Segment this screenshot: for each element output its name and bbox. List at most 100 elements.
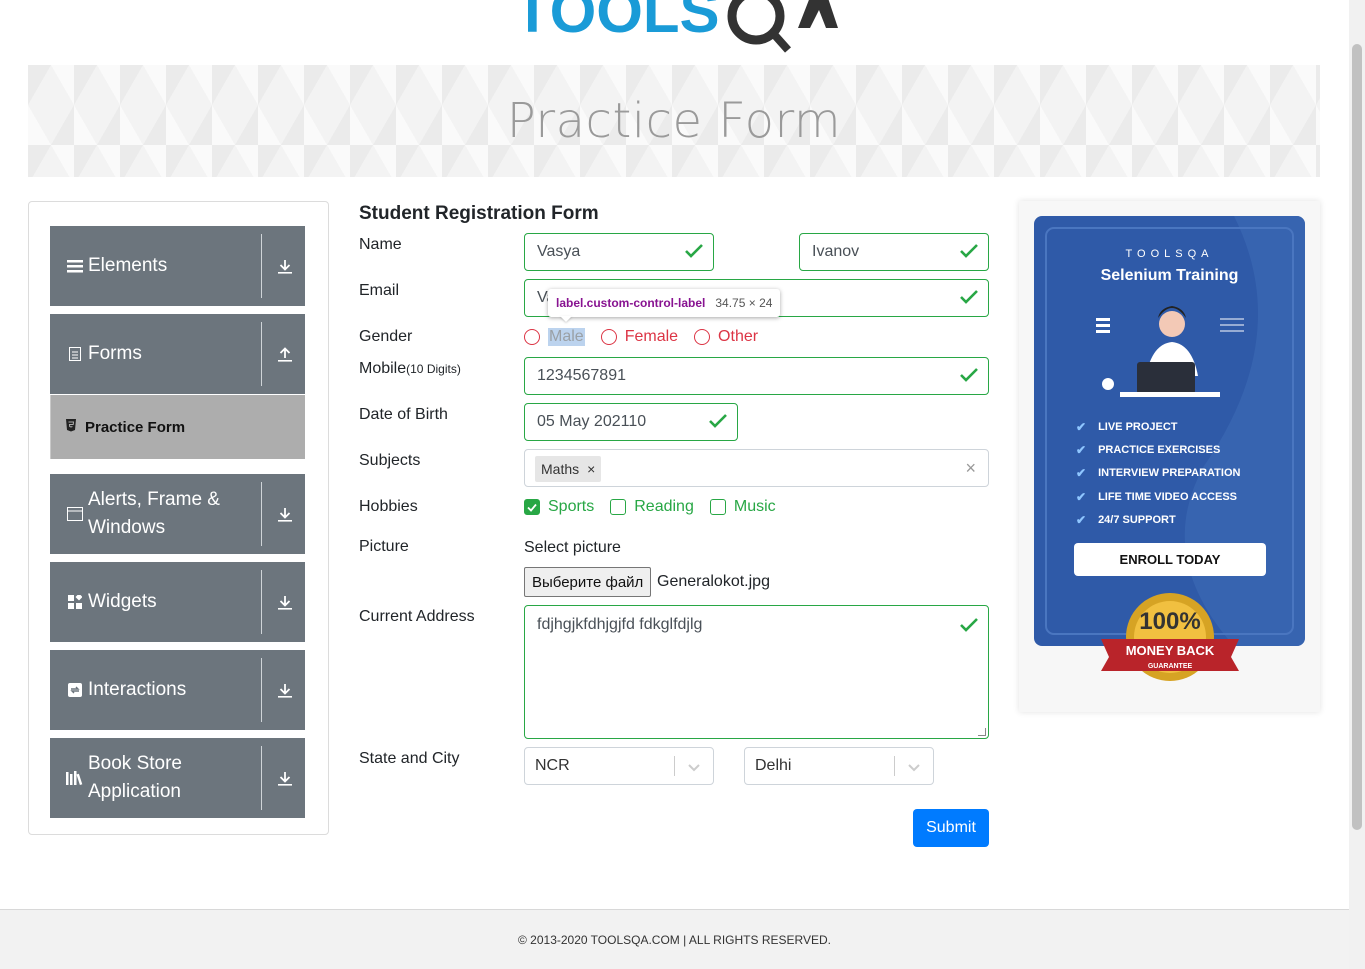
ad-brand: TOOLSQA [1125,248,1214,260]
state-select[interactable]: NCR [524,747,714,785]
scrollbar-thumb[interactable] [1352,44,1362,830]
clear-subjects-icon[interactable]: × [965,458,976,479]
badge-money-back: MONEY BACK [1126,643,1215,658]
sidebar-item-practice-form[interactable]: Practice Form [50,395,305,459]
gender-radio-other[interactable]: Other [694,328,758,346]
check-icon: ✔ [1076,466,1087,481]
badge-guarantee: GUARANTEE [1148,663,1193,670]
hobby-label[interactable]: Music [734,498,776,516]
selenium-training-ad[interactable]: TOOLSQA Selenium Training ✔ LIVE PROJECT … [1019,201,1320,712]
state-value: NCR [535,757,570,774]
mobile-value: 1234567891 [537,367,626,384]
state-city-label: State and City [359,750,460,767]
address-value: fdjhgjkfdhjgjfd fdkglfdjlg [537,616,703,633]
sidebar-group-label: Alerts, Frame & Windows [88,489,220,538]
hobby-music[interactable]: Music [709,498,776,516]
ad-feature: ✔ PRACTICE EXERCISES [1076,438,1240,461]
dob-input[interactable]: 05 May 202110 [524,403,738,441]
radio-circle[interactable] [694,329,711,345]
hobby-label[interactable]: Reading [634,498,694,516]
gender-label-female[interactable]: Female [625,328,678,346]
sidebar-group-label: Widgets [88,591,157,612]
enroll-today-button[interactable]: ENROLL TODAY [1074,543,1266,576]
subject-chip: Maths × [535,456,602,482]
valid-check-icon [960,244,978,258]
city-select[interactable]: Delhi [744,747,934,785]
sidebar-group-label: Interactions [88,679,187,700]
mobile-input[interactable]: 1234567891 [524,357,989,395]
current-address-textarea[interactable]: fdjhgjkfdhjgjfd fdkglfdjlg [524,605,989,739]
ad-headline: Selenium Training [1100,267,1239,284]
remove-subject-icon[interactable]: × [587,461,595,477]
submit-button[interactable]: Submit [913,809,989,847]
footer-copyright: © 2013-2020 TOOLSQA.COM | ALL RIGHTS RES… [518,932,831,947]
sidebar: Elements Forms Practice Form Alerts, Fra… [28,201,329,835]
sidebar-group-alerts[interactable]: Alerts, Frame & Windows [50,474,305,554]
first-name-input[interactable]: Vasya [524,233,714,271]
dob-value: 05 May 202110 [537,413,647,430]
books-icon [66,771,84,785]
valid-check-icon [960,368,978,382]
hobbies-label: Hobbies [359,498,418,515]
download-arrow-icon[interactable] [273,474,297,554]
sidebar-group-label: Elements [88,255,168,276]
valid-check-icon [960,290,978,304]
download-arrow-icon[interactable] [273,738,297,818]
checkbox[interactable] [709,499,726,515]
download-arrow-icon[interactable] [273,226,297,306]
valid-check-icon [709,414,727,428]
sidebar-group-label: Book Store Application [88,753,182,802]
page-scrollbar[interactable] [1349,0,1365,969]
subjects-input[interactable]: Maths × × [524,449,989,487]
html5-icon [65,418,77,436]
sidebar-group-forms[interactable]: Forms [50,314,305,394]
ad-card[interactable]: TOOLSQA Selenium Training ✔ LIVE PROJECT … [1034,216,1305,646]
form-title: Student Registration Form [359,203,599,224]
sidebar-group-interactions[interactable]: Interactions [50,650,305,730]
subject-chip-label: Maths [541,461,580,477]
gender-radio-male[interactable]: Male [524,328,585,346]
hobby-reading[interactable]: Reading [610,498,694,516]
download-arrow-icon[interactable] [273,650,297,730]
toolsqa-logo[interactable]: TOOLS [514,0,839,56]
chevron-down-icon [688,764,700,772]
last-name-input[interactable]: Ivanov [799,233,989,271]
widgets-icon [66,595,84,609]
last-name-value: Ivanov [812,243,860,260]
ad-feature: ✔ LIFE TIME VIDEO ACCESS [1076,485,1240,508]
hobby-label[interactable]: Sports [548,498,594,516]
gender-label-male[interactable]: Male [548,328,585,346]
select-picture-label: Select picture [524,539,621,556]
subjects-label: Subjects [359,452,421,469]
tooltip-dimensions: 34.75 × 24 [715,296,773,310]
sidebar-item-label: Practice Form [85,418,186,436]
upload-arrow-icon[interactable] [273,314,297,394]
tooltip-selector: label.custom-control-label [556,296,706,310]
ad-feature: ✔ 24/7 SUPPORT [1076,508,1240,531]
sidebar-group-elements[interactable]: Elements [50,226,305,306]
ad-feature: ✔ INTERVIEW PREPARATION [1076,462,1240,485]
checkbox-checked[interactable] [524,499,540,515]
hobbies-group: Sports Reading Music [524,498,792,516]
hobby-sports[interactable]: Sports [524,498,594,516]
page-title: Practice Form [506,93,842,149]
email-label: Email [359,282,400,299]
gender-radio-female[interactable]: Female [600,328,678,346]
window-icon [66,507,84,521]
download-arrow-icon[interactable] [273,562,297,642]
gender-radio-group: Male Female Other [524,328,774,346]
radio-circle[interactable] [600,329,617,345]
gender-label: Gender [359,328,413,345]
gender-label-other[interactable]: Other [718,328,758,346]
checkbox[interactable] [610,499,627,515]
ad-feature-label: INTERVIEW PREPARATION [1098,467,1241,480]
document-icon [66,347,84,361]
sidebar-group-book-store[interactable]: Book Store Application [50,738,305,818]
resize-handle[interactable] [978,728,986,736]
footer: © 2013-2020 TOOLSQA.COM | ALL RIGHTS RES… [0,909,1349,969]
radio-circle[interactable] [524,329,540,345]
valid-check-icon [960,618,978,632]
choose-file-button[interactable]: Выберите файл [524,567,652,597]
sidebar-group-widgets[interactable]: Widgets [50,562,305,642]
mobile-label-hint: (10 Digits) [406,362,461,376]
